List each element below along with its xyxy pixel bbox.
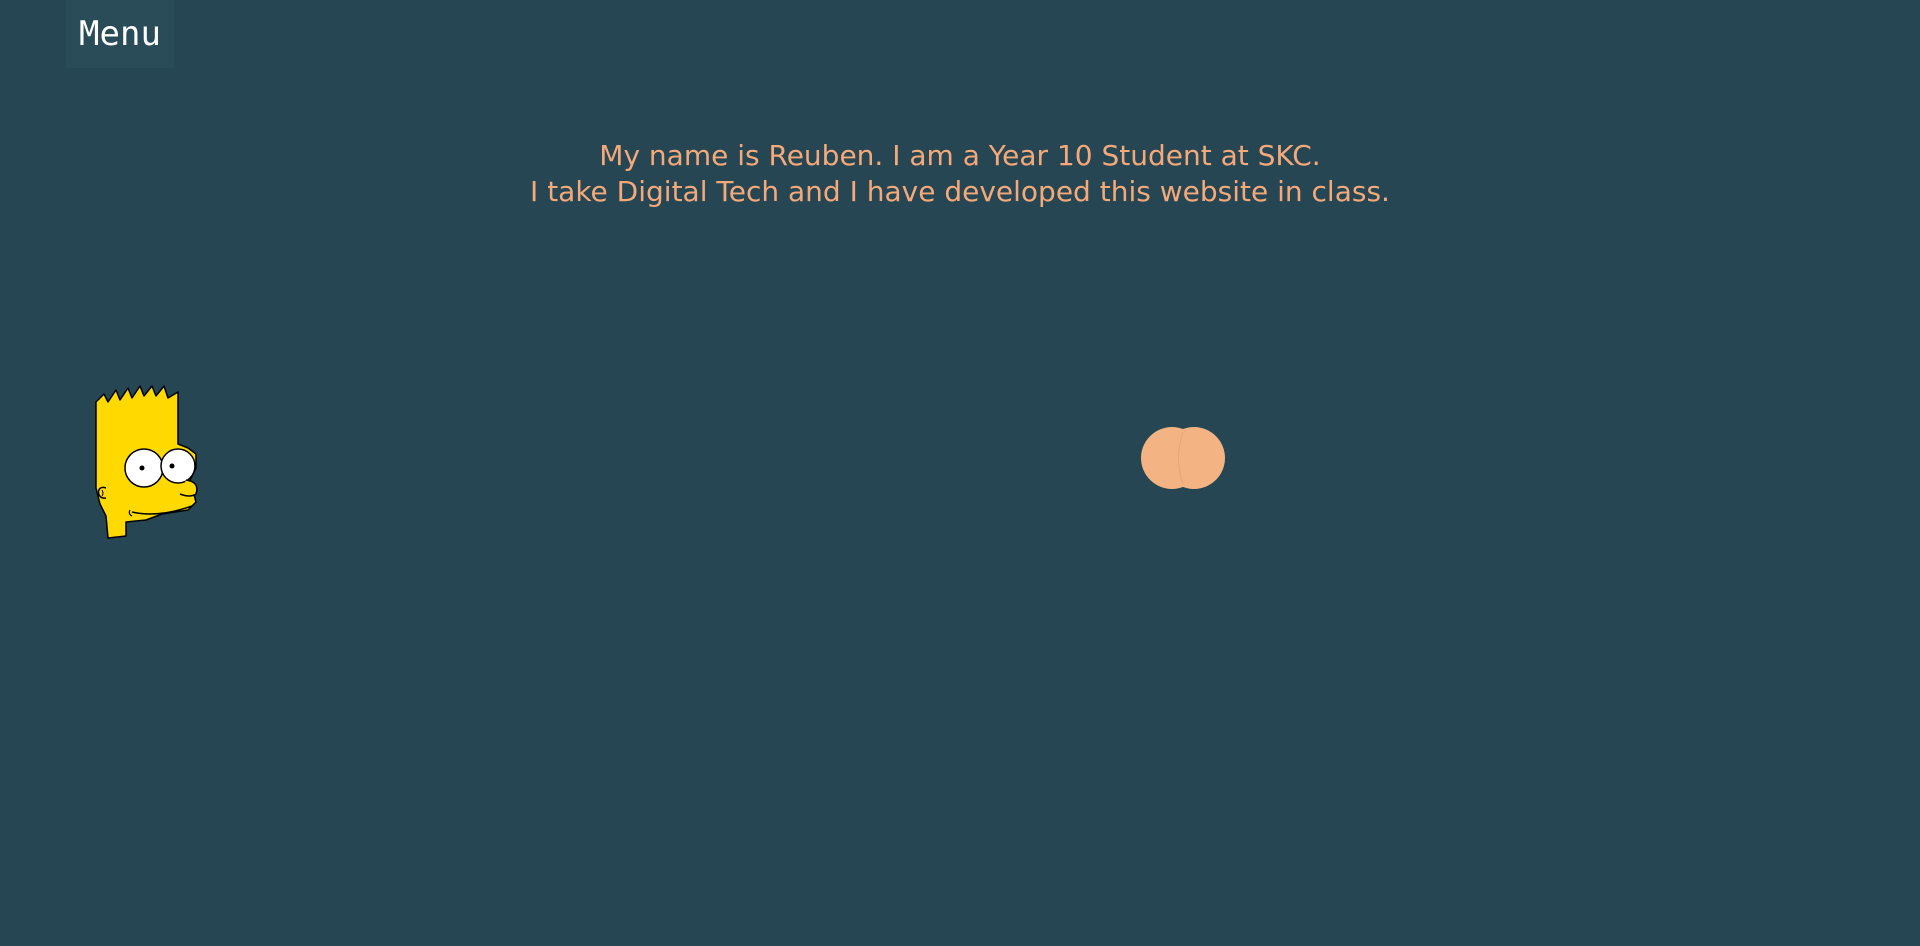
peach-circles-icon bbox=[1141, 427, 1225, 489]
intro-line-1: My name is Reuben. I am a Year 10 Studen… bbox=[599, 139, 1321, 172]
menu-button-label: Menu bbox=[79, 14, 161, 54]
intro-line-2: I take Digital Tech and I have developed… bbox=[530, 175, 1390, 208]
bart-simpson-head-icon bbox=[95, 385, 198, 539]
intro-text: My name is Reuben. I am a Year 10 Studen… bbox=[0, 138, 1920, 210]
menu-button[interactable]: Menu bbox=[66, 0, 174, 68]
